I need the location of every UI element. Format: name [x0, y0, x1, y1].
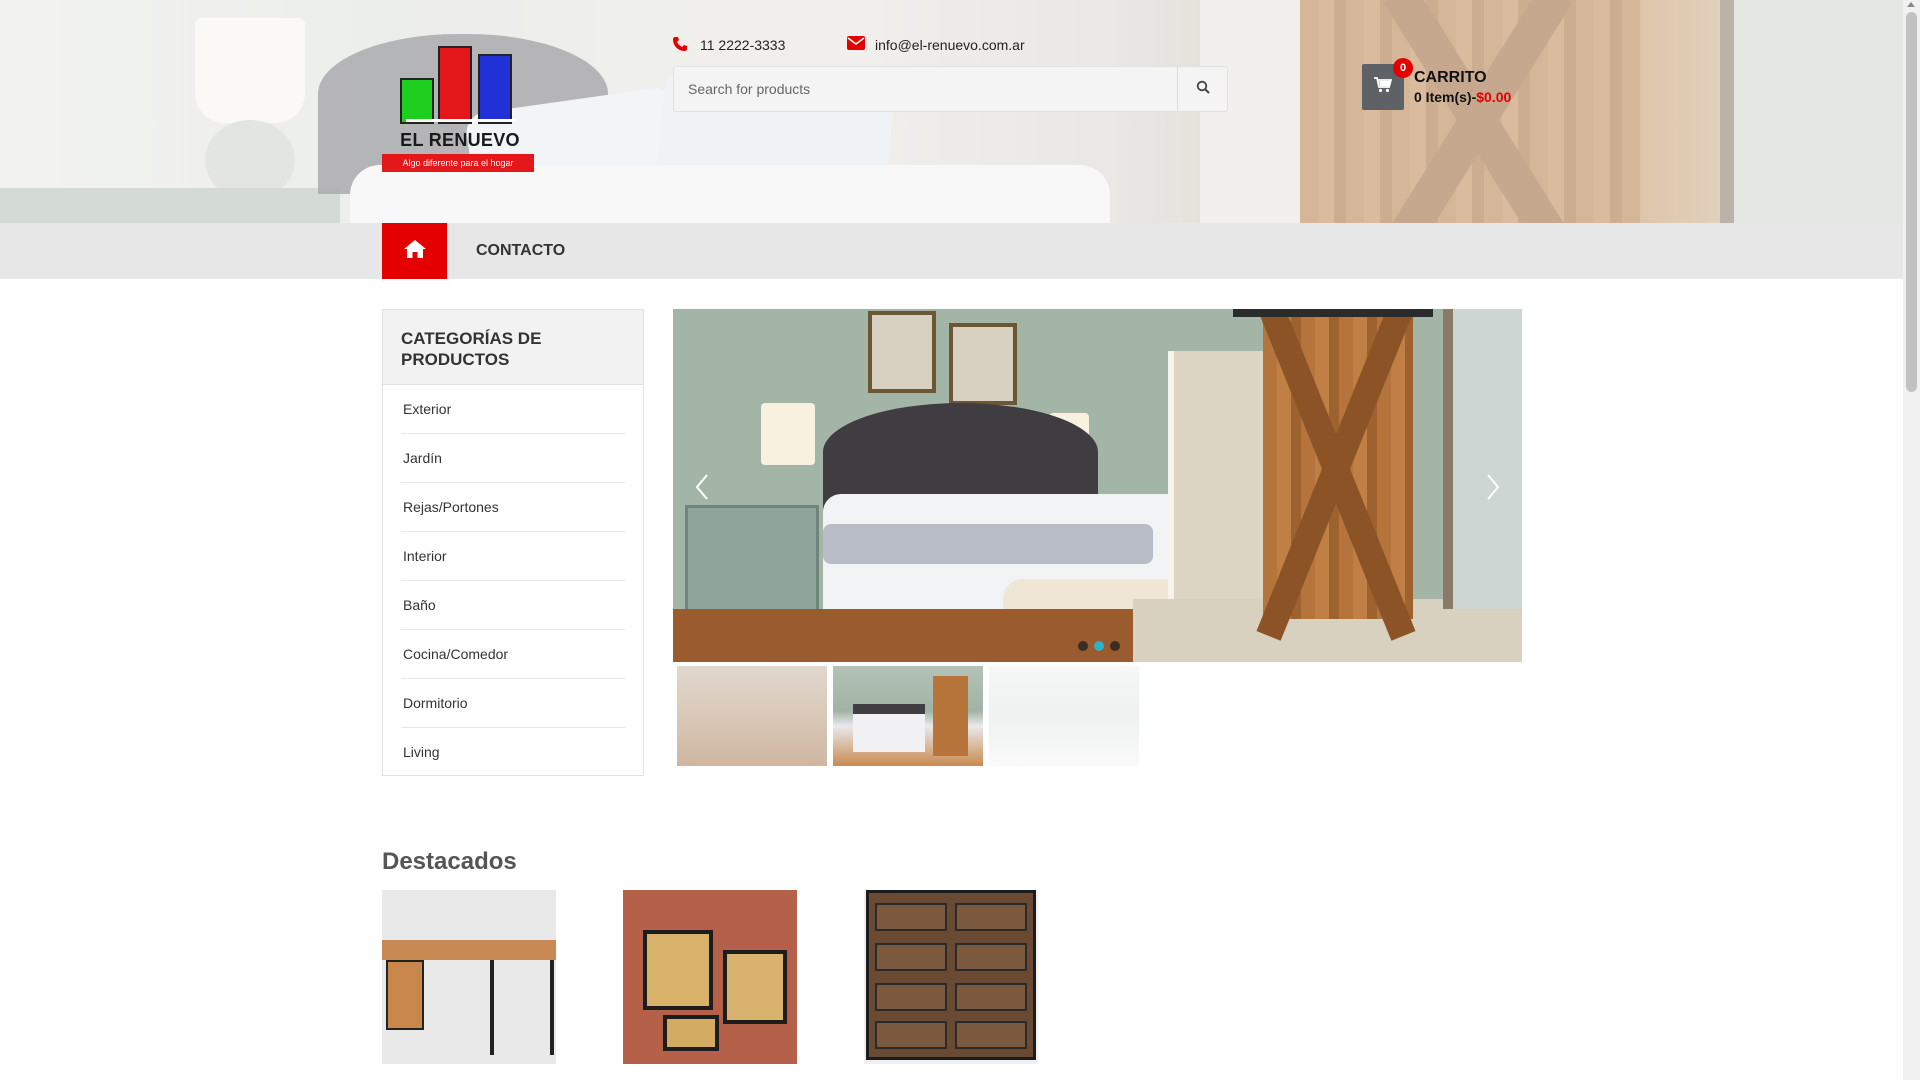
contact-phone: 11 2222-3333: [672, 36, 785, 54]
category-list: Exterior Jardín Rejas/Portones Interior …: [383, 385, 643, 777]
logo-tagline: Algo diferente para el hogar: [382, 154, 534, 172]
email-address[interactable]: info@el-renuevo.com.ar: [875, 37, 1025, 53]
slider-next-button[interactable]: [1478, 469, 1508, 509]
slide-photo-lamp: [761, 403, 815, 465]
main-nav: CONTACTO: [0, 223, 1903, 279]
product-photo-drawers: [386, 960, 424, 1030]
slider-dot-3[interactable]: [1110, 641, 1120, 651]
slider-dot-2[interactable]: [1094, 641, 1104, 651]
category-item-dormitorio[interactable]: Dormitorio: [401, 679, 625, 728]
logo-furniture-icon: [406, 98, 516, 122]
product-photo-drawer: [955, 903, 1027, 931]
search-bar: [673, 66, 1228, 112]
cart-widget[interactable]: 0 CARRITO 0 Item(s)-$0.00: [1362, 58, 1511, 110]
site-logo[interactable]: EL RENUEVO Algo diferente para el hogar: [382, 46, 534, 172]
cart-summary: CARRITO 0 Item(s)-$0.00: [1414, 69, 1511, 105]
product-photo-drawer: [875, 903, 947, 931]
slider-pagination: [1078, 641, 1120, 651]
category-item-living[interactable]: Living: [401, 728, 625, 777]
cart-total: $0.00: [1476, 89, 1512, 105]
product-photo-drawer: [955, 983, 1027, 1011]
category-item-exterior[interactable]: Exterior: [401, 385, 625, 434]
envelope-icon: [847, 36, 865, 54]
category-item-jardin[interactable]: Jardín: [401, 434, 625, 483]
chevron-left-icon: [695, 473, 709, 505]
slide-photo-door-rail: [1233, 309, 1433, 317]
cart-items-line: 0 Item(s)-$0.00: [1414, 89, 1511, 105]
scroll-up-arrow[interactable]: [1907, 2, 1915, 7]
search-button[interactable]: [1177, 67, 1227, 111]
cart-items-label: 0 Item(s)-: [1414, 89, 1477, 105]
nav-link-contacto[interactable]: CONTACTO: [476, 223, 565, 279]
slide-photo-frame: [949, 323, 1017, 405]
product-photo-drawer: [955, 943, 1027, 971]
thumbnail-photo-bed: [853, 704, 925, 752]
featured-product-dresser[interactable]: [864, 890, 1038, 1064]
category-item-cocina-comedor[interactable]: Cocina/Comedor: [401, 630, 625, 679]
category-item-rejas-portones[interactable]: Rejas/Portones: [401, 483, 625, 532]
slider-thumbnail-kitchen[interactable]: [677, 666, 827, 766]
slide-photo-hallway: [1168, 351, 1264, 601]
product-photo-drawer: [875, 983, 947, 1011]
category-sidebar-title: CATEGORÍAS DE PRODUCTOS: [383, 310, 643, 385]
product-photo-leg: [550, 960, 554, 1055]
hero-slider[interactable]: [673, 309, 1522, 662]
phone-number: 11 2222-3333: [700, 37, 786, 53]
cart-title: CARRITO: [1414, 69, 1487, 86]
product-photo-chair: [643, 930, 713, 1010]
product-photo-leg: [490, 960, 494, 1055]
product-photo-drawer: [875, 1021, 947, 1049]
category-item-interior[interactable]: Interior: [401, 532, 625, 581]
page-scrollbar[interactable]: [1903, 0, 1920, 1080]
cart-count-badge: 0: [1393, 58, 1413, 78]
category-sidebar: CATEGORÍAS DE PRODUCTOS Exterior Jardín …: [382, 309, 644, 776]
category-item-bano[interactable]: Baño: [401, 581, 625, 630]
phone-icon: [672, 36, 690, 54]
cart-button[interactable]: 0: [1362, 58, 1413, 110]
thumbnail-photo-door: [933, 676, 968, 756]
slide-photo-frame: [868, 311, 936, 393]
featured-product-desk[interactable]: [382, 890, 556, 1064]
product-photo-drawer: [875, 943, 947, 971]
product-photo-drawer: [955, 1021, 1027, 1049]
product-photo-footstool: [663, 1015, 719, 1051]
scrollbar-thumb[interactable]: [1906, 12, 1917, 392]
featured-product-chairs[interactable]: [623, 890, 797, 1064]
search-input[interactable]: [674, 67, 1177, 111]
contact-email: info@el-renuevo.com.ar: [847, 36, 1025, 54]
slider-thumbnail-bedroom[interactable]: [833, 666, 983, 766]
slider-thumbnail-white-kitchen[interactable]: [989, 666, 1139, 766]
slide-photo-throw: [823, 524, 1153, 564]
product-photo-dresser: [866, 890, 1036, 1060]
featured-section-title: Destacados: [382, 848, 517, 875]
product-photo-chair: [723, 950, 787, 1024]
search-icon: [1196, 80, 1210, 99]
slide-photo-mirror: [1443, 309, 1522, 609]
slider-prev-button[interactable]: [687, 469, 717, 509]
nav-home-button[interactable]: [382, 223, 447, 279]
chevron-right-icon: [1486, 473, 1500, 505]
home-icon: [403, 239, 427, 264]
product-photo-desktop: [382, 940, 556, 960]
slider-dot-1[interactable]: [1078, 641, 1088, 651]
logo-brand-name: EL RENUEVO: [400, 130, 520, 150]
cart-icon: [1374, 76, 1393, 98]
